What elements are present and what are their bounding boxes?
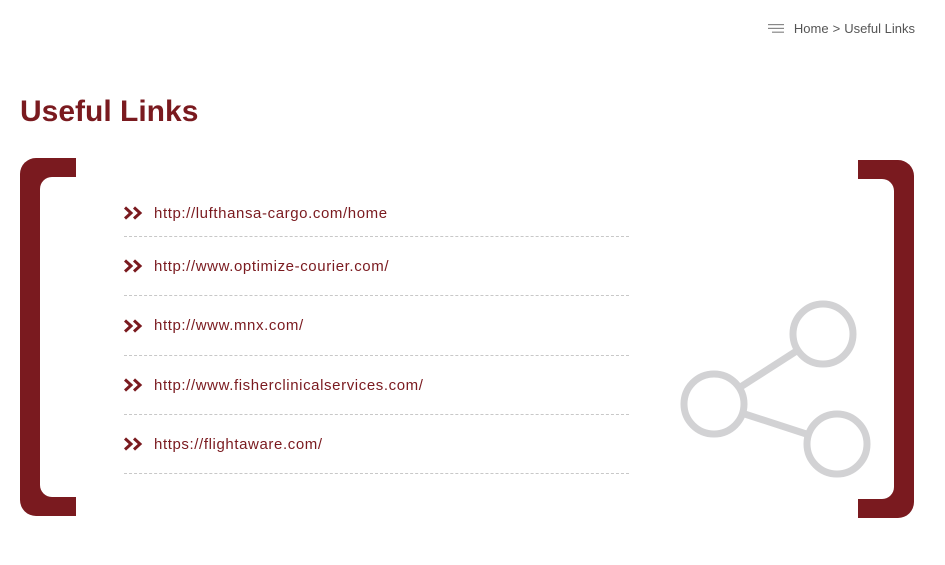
list-item: http://www.fisherclinicalservices.com/	[124, 356, 629, 415]
breadcrumb-current: Useful Links	[844, 20, 915, 36]
breadcrumb-separator: >	[832, 20, 841, 36]
link-flightaware[interactable]: https://flightaware.com/	[154, 436, 323, 453]
link-mnx[interactable]: http://www.mnx.com/	[154, 317, 304, 334]
menu-lines-icon	[767, 23, 784, 33]
useful-links-list: http://lufthansa-cargo.com/home http://w…	[124, 190, 629, 474]
list-item: http://www.mnx.com/	[124, 296, 629, 356]
double-chevron-right-icon	[124, 437, 143, 451]
list-item: http://www.optimize-courier.com/	[124, 237, 629, 296]
list-item: http://lufthansa-cargo.com/home	[124, 190, 629, 237]
link-lufthansa-cargo[interactable]: http://lufthansa-cargo.com/home	[154, 205, 388, 222]
double-chevron-right-icon	[124, 378, 143, 392]
breadcrumb-home-link[interactable]: Home	[794, 21, 829, 36]
left-bracket-decoration	[20, 158, 76, 516]
double-chevron-right-icon	[124, 206, 143, 220]
list-item: https://flightaware.com/	[124, 415, 629, 474]
double-chevron-right-icon	[124, 259, 143, 273]
breadcrumb: Home > Useful Links	[767, 19, 915, 37]
link-fisher-clinical-services[interactable]: http://www.fisherclinicalservices.com/	[154, 377, 424, 394]
double-chevron-right-icon	[124, 318, 143, 333]
link-optimize-courier[interactable]: http://www.optimize-courier.com/	[154, 258, 389, 275]
share-icon	[680, 300, 871, 478]
page-title: Useful Links	[20, 95, 199, 128]
